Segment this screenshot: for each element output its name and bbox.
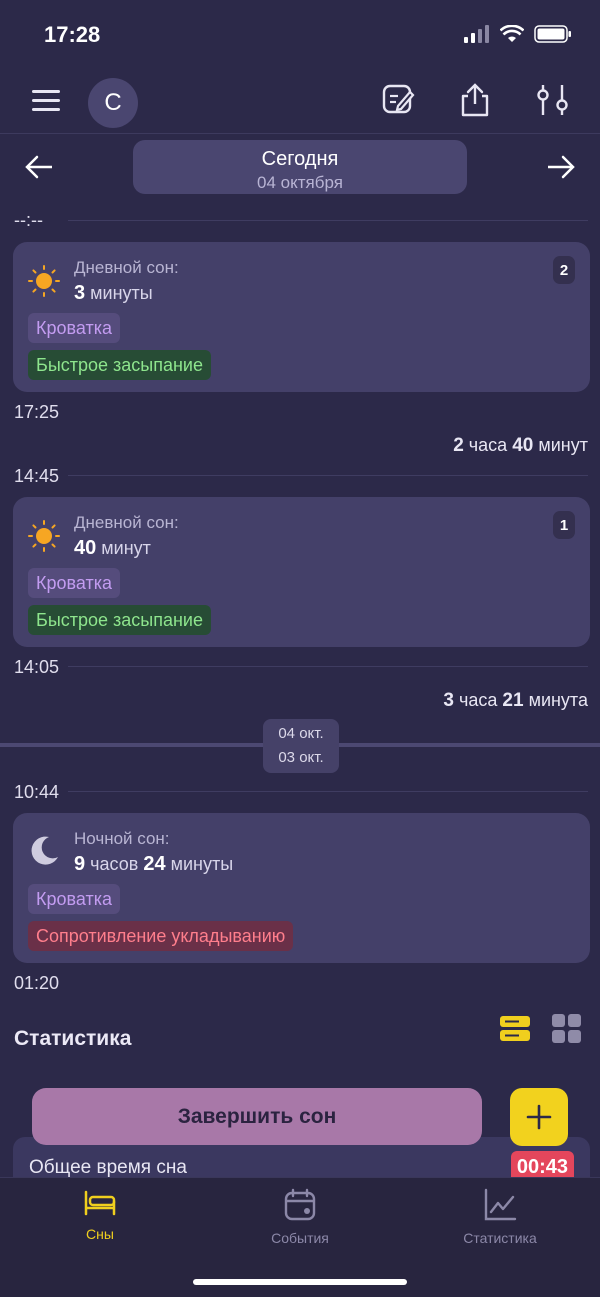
time-label: 14:05	[14, 657, 60, 677]
signal-icon	[464, 25, 489, 43]
sleep-index-badge: 1	[553, 511, 575, 539]
sleep-card[interactable]: Дневной сон: 40 минут 1 Кроватка Быстрое…	[13, 497, 590, 647]
status-bar: 17:28	[0, 0, 600, 70]
sleep-duration: 3 минуты	[74, 282, 153, 304]
wake-gap-duration: 2 часа 40 минут	[453, 435, 588, 456]
time-divider	[68, 220, 588, 221]
wifi-icon	[500, 25, 524, 42]
next-day-arrow-icon[interactable]	[546, 152, 576, 182]
add-button[interactable]	[510, 1088, 568, 1146]
sleep-type: Ночной сон:	[74, 829, 170, 848]
battery-icon	[534, 25, 571, 43]
clock: 17:28	[44, 22, 101, 47]
menu-icon[interactable]	[32, 90, 60, 112]
time-label: 10:44	[14, 782, 60, 802]
sleep-duration: 40 минут	[74, 537, 151, 559]
time-divider	[68, 791, 588, 792]
calendar-icon	[284, 1188, 316, 1221]
date-navigation: Сегодня 04 октября	[0, 138, 600, 196]
share-icon[interactable]	[457, 82, 493, 118]
sun-icon	[28, 520, 60, 552]
day-separator-label: 04 окт. 03 окт.	[263, 719, 339, 773]
stats-title: Статистика	[14, 1027, 132, 1050]
tag-location: Кроватка	[28, 568, 121, 598]
top-bar: С	[0, 72, 600, 134]
sleep-card[interactable]: Дневной сон: 3 минуты 2 Кроватка Быстрое…	[13, 242, 590, 392]
filter-sliders-icon[interactable]	[535, 82, 571, 118]
plus-icon	[526, 1104, 552, 1130]
tab-events[interactable]: События	[230, 1188, 370, 1246]
stat-label: Общее время сна	[29, 1157, 187, 1178]
moon-icon	[31, 836, 58, 865]
tab-sleeps[interactable]: Сны	[30, 1188, 170, 1242]
tab-statistics[interactable]: Статистика	[430, 1188, 570, 1246]
tag-location: Кроватка	[28, 884, 121, 914]
bed-icon	[84, 1190, 116, 1216]
time-label: 01:20	[14, 973, 60, 993]
sleep-type: Дневной сон:	[74, 258, 179, 277]
grid-view-icon[interactable]	[551, 1013, 583, 1045]
date-title: Сегодня	[261, 148, 339, 170]
avatar[interactable]: С	[88, 78, 138, 128]
home-indicator	[193, 1279, 407, 1285]
tag-location: Кроватка	[28, 313, 121, 343]
status-icons	[464, 25, 572, 43]
time-divider	[68, 475, 588, 476]
date-selector[interactable]: Сегодня 04 октября	[133, 140, 467, 194]
tag-resistance: Сопротивление укладыванию	[28, 921, 294, 951]
time-label: 17:25	[14, 402, 60, 422]
wake-gap-duration: 3 часа 21 минута	[443, 690, 588, 711]
sleep-index-badge: 2	[553, 256, 575, 284]
action-bar: Завершить сон	[24, 1078, 576, 1156]
time-label: 14:45	[14, 466, 60, 486]
chart-icon	[484, 1188, 517, 1221]
sleep-type: Дневной сон:	[74, 513, 179, 532]
tag-sleep-onset: Быстрое засыпание	[28, 605, 211, 635]
sun-icon	[28, 265, 60, 297]
prev-day-arrow-icon[interactable]	[24, 152, 54, 182]
tag-sleep-onset: Быстрое засыпание	[28, 350, 211, 380]
time-label: --:--	[14, 210, 43, 230]
edit-icon[interactable]	[380, 82, 416, 118]
sleep-card[interactable]: Ночной сон: 9 часов 24 минуты Кроватка С…	[13, 813, 590, 963]
time-divider	[68, 666, 588, 667]
sleep-duration: 9 часов 24 минуты	[74, 853, 234, 875]
list-view-icon[interactable]	[499, 1013, 531, 1045]
date-subtitle: 04 октября	[257, 173, 343, 192]
finish-sleep-button[interactable]: Завершить сон	[32, 1088, 482, 1145]
